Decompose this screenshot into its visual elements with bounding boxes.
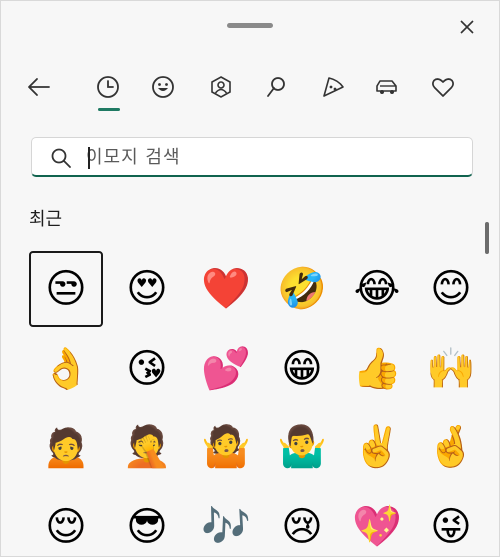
tab-food[interactable] bbox=[313, 67, 353, 107]
emoji-item[interactable]: 😊 bbox=[414, 251, 488, 327]
close-button[interactable] bbox=[455, 15, 479, 39]
emoji-item[interactable]: 🤣 bbox=[265, 251, 339, 327]
tab-nature[interactable] bbox=[256, 67, 296, 107]
text-caret bbox=[88, 147, 90, 169]
clock-icon bbox=[97, 76, 119, 98]
emoji-item[interactable]: 😌 bbox=[29, 489, 103, 556]
tab-recent[interactable] bbox=[88, 67, 128, 107]
emoji-item[interactable]: 👍 bbox=[340, 331, 414, 407]
emoji-item[interactable]: 😎 bbox=[110, 489, 184, 556]
arrow-left-icon bbox=[28, 78, 50, 96]
car-icon bbox=[376, 80, 397, 94]
smiley-icon bbox=[152, 76, 174, 98]
emoji-item[interactable]: 🤞 bbox=[414, 409, 488, 485]
emoji-item[interactable]: 🤷 bbox=[189, 409, 263, 485]
scrollbar-thumb[interactable] bbox=[485, 222, 489, 254]
emoji-item[interactable]: 💖 bbox=[340, 489, 414, 556]
emoji-item[interactable]: 😂 bbox=[340, 251, 414, 327]
emoji-grid: 😒 😍 ❤️ 🤣 😂 😊 👌 😘 💕 😁 👍 🙌 🙍 🤦 🤷 🤷‍♂️ ✌️ 🤞 😌 😎 🎶 😢 💖 😜 bbox=[29, 251, 476, 556]
close-icon bbox=[460, 20, 474, 34]
emoji-item[interactable]: 😜 bbox=[414, 489, 488, 556]
emoji-panel: 최근 😒😍❤️🤣😂😊👌😘💕😁👍🙌🙍🤦🤷🤷‍♂️✌️🤞😌😎🎶😢💖😜 bbox=[0, 0, 500, 557]
search-box[interactable] bbox=[31, 137, 473, 177]
heart-icon bbox=[432, 78, 454, 97]
emoji-item[interactable]: 👌 bbox=[29, 331, 103, 407]
emoji-item[interactable]: 😍 bbox=[110, 251, 184, 327]
emoji-item[interactable]: ❤️ bbox=[189, 251, 263, 327]
selected-tab-indicator bbox=[98, 108, 120, 111]
emoji-item[interactable]: ✌️ bbox=[340, 409, 414, 485]
leaf-icon bbox=[267, 77, 285, 97]
emoji-item[interactable]: 🙍 bbox=[29, 409, 103, 485]
tab-people[interactable] bbox=[201, 67, 241, 107]
back-button[interactable] bbox=[19, 67, 59, 107]
search-input[interactable] bbox=[86, 144, 456, 170]
tab-travel[interactable] bbox=[367, 67, 407, 107]
emoji-item[interactable]: 🎶 bbox=[189, 489, 263, 556]
emoji-item[interactable]: 🤷‍♂️ bbox=[265, 409, 339, 485]
search-icon bbox=[51, 148, 71, 168]
person-icon bbox=[211, 76, 231, 98]
emoji-item[interactable]: 💕 bbox=[189, 331, 263, 407]
category-tabs bbox=[1, 63, 499, 115]
emoji-item[interactable]: 🙌 bbox=[414, 331, 488, 407]
emoji-item[interactable]: 😁 bbox=[265, 331, 339, 407]
emoji-item[interactable]: 🤦 bbox=[110, 409, 184, 485]
tab-symbols[interactable] bbox=[423, 67, 463, 107]
emoji-item[interactable]: 😢 bbox=[265, 489, 339, 556]
emoji-item[interactable]: 😒 bbox=[29, 251, 103, 327]
section-title-recent: 최근 bbox=[29, 209, 63, 230]
emoji-item[interactable]: 😘 bbox=[110, 331, 184, 407]
tab-smileys[interactable] bbox=[143, 67, 183, 107]
pizza-icon bbox=[323, 77, 344, 97]
drag-handle[interactable] bbox=[227, 23, 273, 28]
